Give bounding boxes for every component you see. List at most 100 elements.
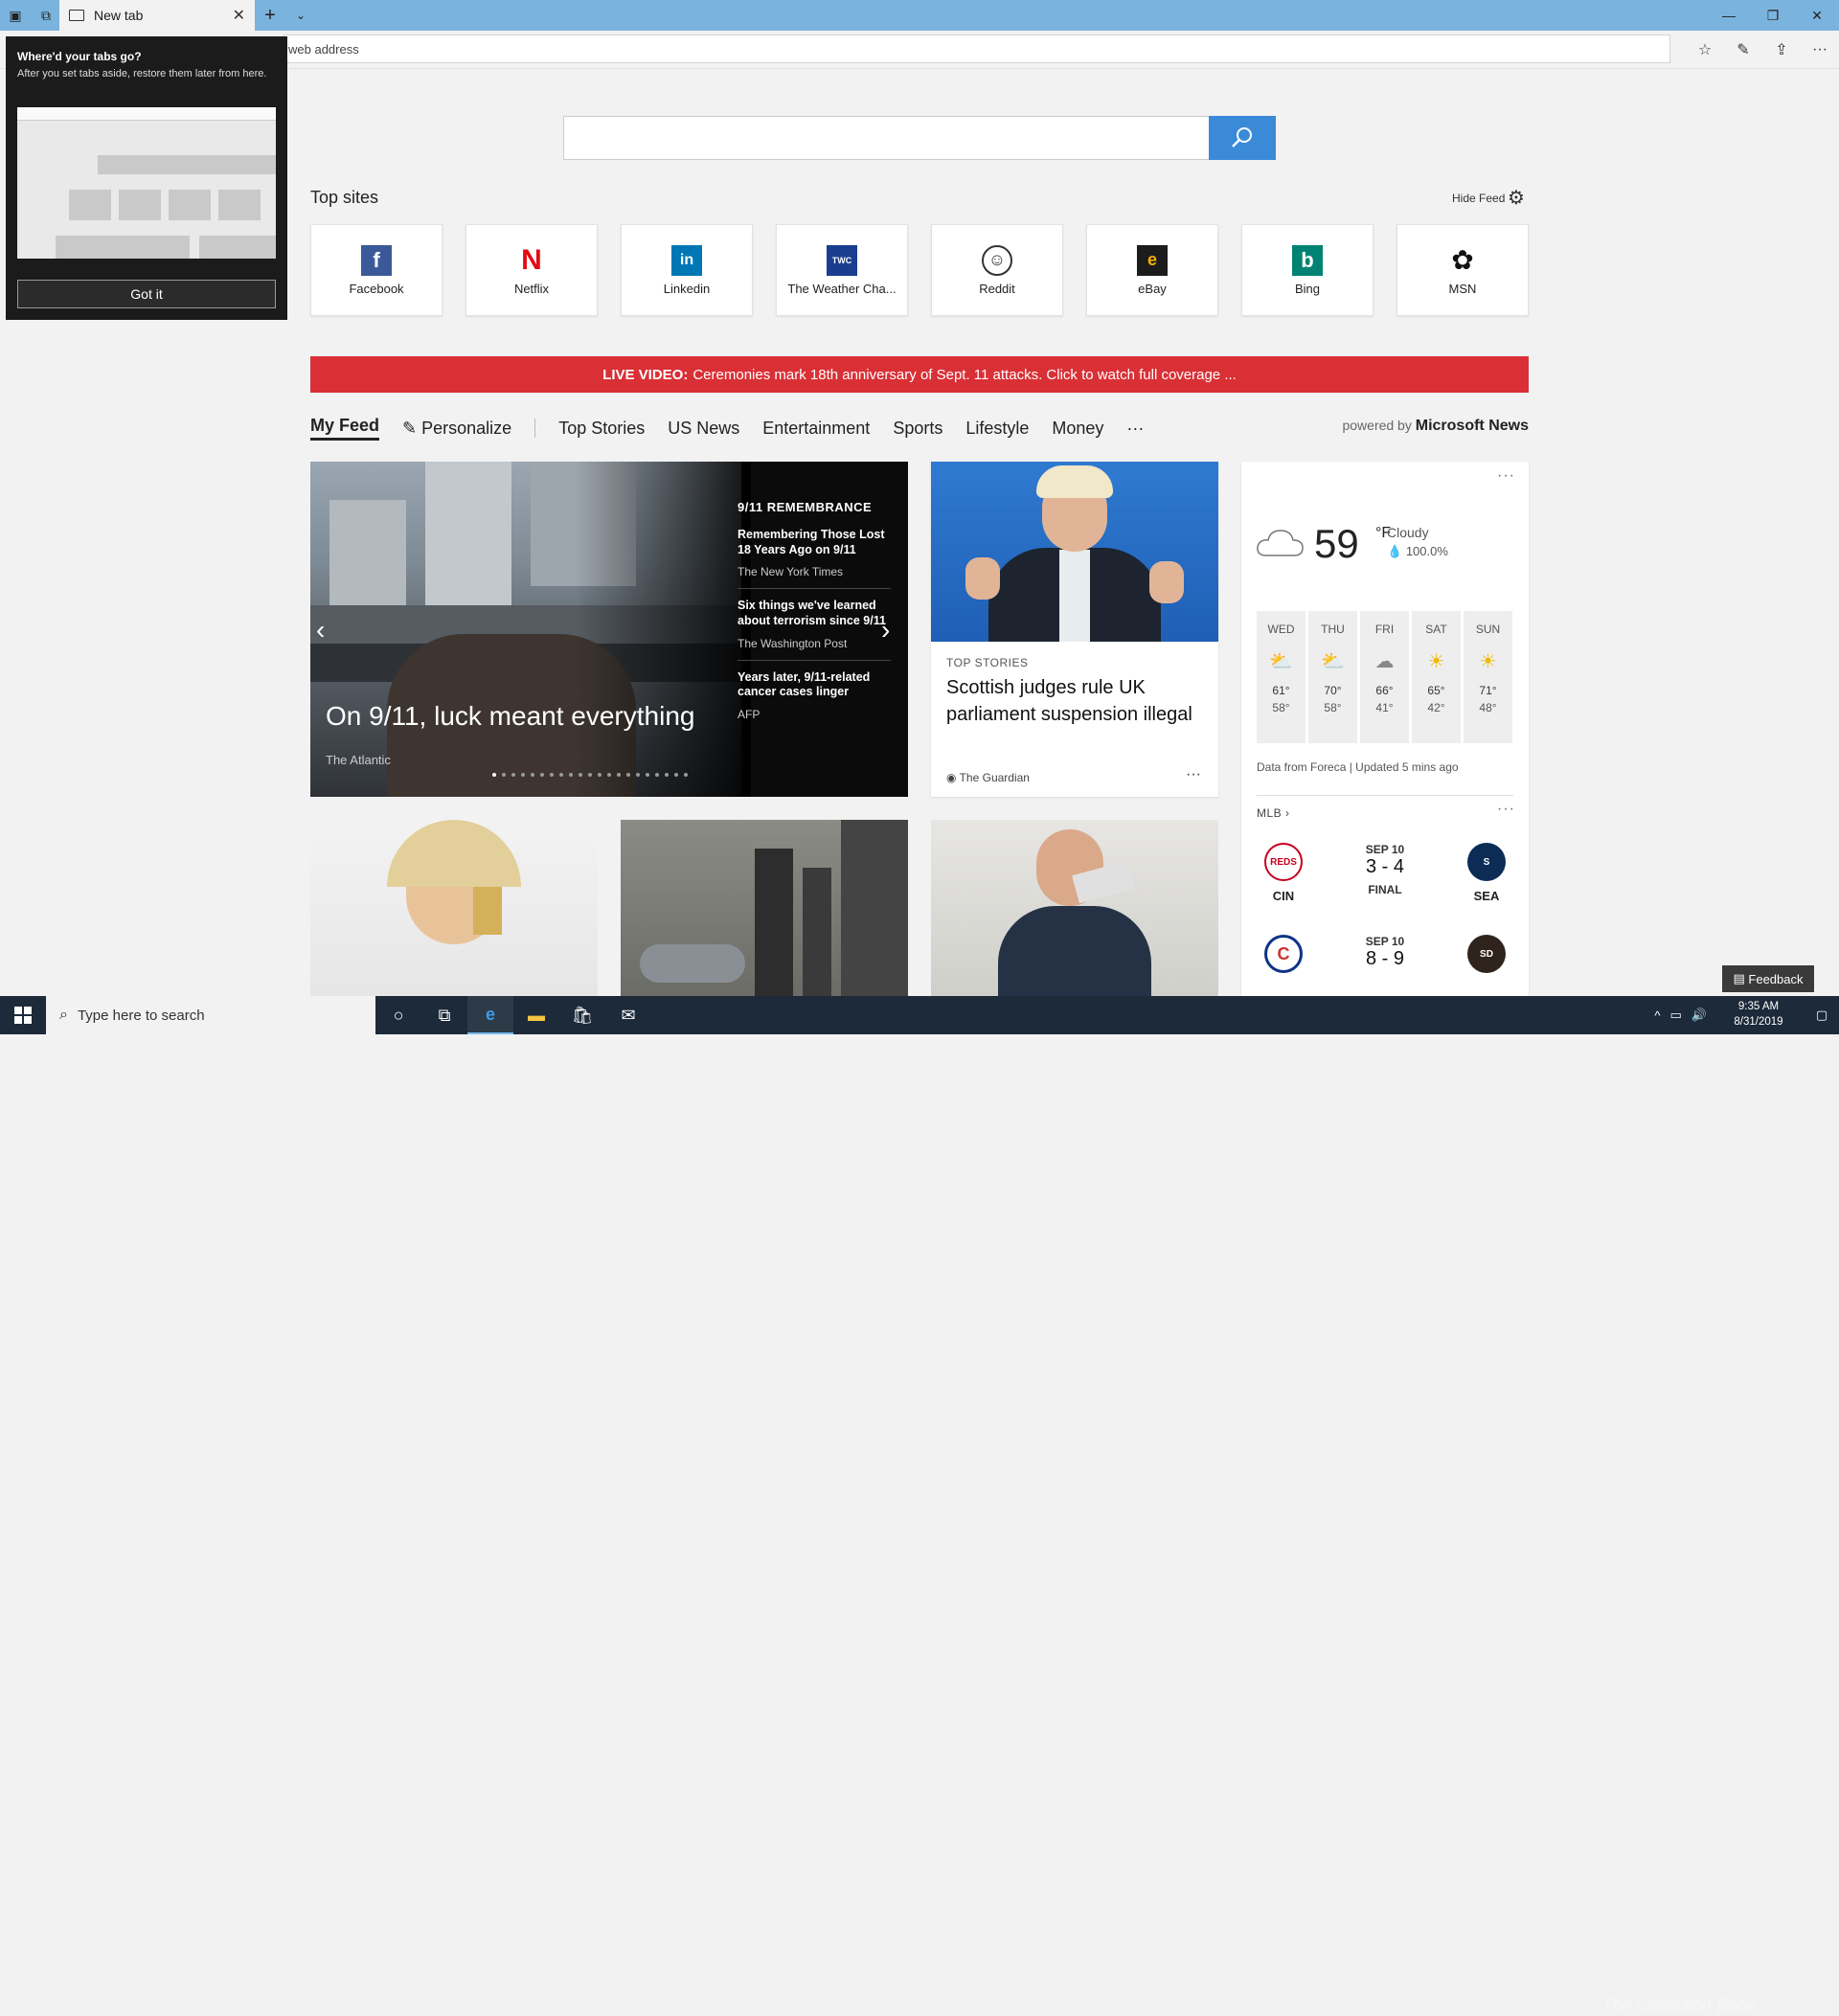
gear-icon[interactable]: ⚙ — [1508, 186, 1525, 210]
top-site-tile[interactable]: e eBay — [1086, 224, 1218, 316]
ebay-icon: e — [1137, 244, 1168, 276]
address-bar[interactable]: web address — [284, 34, 1670, 63]
tab-entertainment[interactable]: Entertainment — [762, 419, 870, 439]
cloud-icon: ☁ — [1374, 650, 1395, 672]
feedback-button[interactable]: ▤ Feedback — [1722, 965, 1814, 992]
mail-icon[interactable]: ✉ — [605, 996, 651, 1034]
close-tab-icon[interactable]: ✕ — [233, 6, 245, 25]
story-card[interactable]: TOP STORIES Scottish judges rule UK parl… — [931, 462, 1218, 797]
hide-feed-link[interactable]: Hide Feed — [1452, 192, 1505, 205]
game-score[interactable]: REDS CIN SEP 10 3 - 4 FINAL S SEA — [1257, 843, 1513, 910]
live-video-banner[interactable]: LIVE VIDEO: Ceremonies mark 18th anniver… — [310, 356, 1529, 393]
side-story[interactable]: Six things we've learned about terrorism… — [738, 599, 891, 661]
top-sites-title: Top sites — [310, 188, 379, 207]
game-score[interactable]: C SEP 10 8 - 9 SD — [1257, 935, 1513, 996]
more-categories-button[interactable]: ··· — [1126, 419, 1144, 439]
store-icon[interactable]: 🛍 — [559, 996, 605, 1034]
top-site-tile[interactable]: in Linkedin — [621, 224, 753, 316]
cortana-icon[interactable]: ○ — [375, 996, 421, 1034]
hero-title[interactable]: On 9/11, luck meant everything — [326, 701, 694, 732]
search-input[interactable] — [563, 116, 1276, 160]
carousel-next-icon[interactable]: › — [881, 615, 890, 646]
clock[interactable]: 9:35 AM 8/31/2019 — [1713, 1000, 1805, 1030]
forecast-day[interactable]: SAT ☀ 65° 42° — [1412, 611, 1461, 743]
minimize-button[interactable]: — — [1707, 0, 1751, 31]
top-site-tile[interactable]: ✿ MSN — [1396, 224, 1529, 316]
mariners-logo-icon: S — [1467, 843, 1506, 881]
story-thumbnail[interactable] — [621, 820, 908, 996]
close-window-button[interactable]: ✕ — [1795, 0, 1839, 31]
forecast-day[interactable]: FRI ☁ 66° 41° — [1360, 611, 1409, 743]
weather-more-icon[interactable]: ··· — [1497, 467, 1515, 485]
set-tabs-aside-icon[interactable]: ⧉ — [31, 0, 61, 31]
side-story[interactable]: Years later, 9/11-related cancer cases l… — [738, 670, 891, 731]
mlb-header-link[interactable]: MLB › — [1257, 806, 1290, 820]
network-icon[interactable]: ▭ — [1670, 1008, 1682, 1023]
mlb-more-icon[interactable]: ··· — [1497, 801, 1515, 818]
side-story-source: The New York Times — [738, 565, 844, 579]
story-thumbnail[interactable] — [310, 820, 598, 996]
msn-icon: ✿ — [1447, 244, 1478, 276]
tab-new-tab[interactable]: New tab ✕ — [59, 0, 255, 31]
linkedin-icon: in — [671, 244, 702, 276]
task-view-icon[interactable]: ⧉ — [421, 996, 467, 1034]
tab-us-news[interactable]: US News — [668, 419, 739, 439]
volume-icon[interactable]: 🔊 — [1691, 1008, 1707, 1023]
more-icon[interactable]: ··· — [1801, 31, 1839, 69]
cubs-logo-icon: C — [1264, 935, 1303, 973]
tab-lifestyle[interactable]: Lifestyle — [965, 419, 1029, 439]
toolbar-icons: ☆ ✎ ⇪ ··· — [1686, 31, 1839, 69]
tab-actions: ▣ ⧉ — [0, 0, 67, 31]
forecast-day-label: SAT — [1425, 623, 1447, 636]
restore-button[interactable]: ❐ — [1751, 0, 1795, 31]
tabs-aside-icon[interactable]: ▣ — [0, 0, 31, 31]
forecast-high: 66° — [1375, 684, 1394, 697]
forecast-day-label: THU — [1321, 623, 1345, 636]
side-story[interactable]: Remembering Those Lost 18 Years Ago on 9… — [738, 528, 891, 590]
tray-chevron-icon[interactable]: ^ — [1654, 1008, 1660, 1023]
hero-source: The Atlantic — [326, 753, 391, 767]
more-options-icon[interactable]: ··· — [1186, 766, 1201, 783]
new-tab-button[interactable]: + — [259, 0, 282, 31]
top-site-label: Bing — [1294, 281, 1321, 296]
top-site-tile[interactable]: b Bing — [1241, 224, 1374, 316]
side-story-source: AFP — [738, 707, 761, 721]
taskbar-search-input[interactable]: ⌕ Type here to search — [46, 996, 375, 1034]
forecast-day-label: WED — [1267, 623, 1295, 636]
story-title[interactable]: Scottish judges rule UK parliament suspe… — [946, 674, 1207, 728]
notifications-icon[interactable]: ▢ — [1805, 1008, 1839, 1023]
top-sites-list: f Facebook N Netflix in Linkedin TWC The Wea… — [310, 224, 1529, 316]
forecast-day[interactable]: WED ⛅ 61° 58° — [1257, 611, 1305, 743]
pen-icon[interactable]: ✎ — [1724, 31, 1762, 69]
divider — [1257, 795, 1513, 796]
tab-personalize-label: Personalize — [421, 418, 512, 438]
top-site-tile[interactable]: N Netflix — [465, 224, 598, 316]
forecast-day[interactable]: THU ⛅ 70° 58° — [1308, 611, 1357, 743]
forecast-day-label: SUN — [1475, 623, 1501, 636]
carousel-dots[interactable] — [492, 773, 688, 777]
search-button[interactable] — [1209, 116, 1276, 160]
start-button[interactable] — [0, 996, 46, 1034]
tab-my-feed[interactable]: My Feed — [310, 416, 380, 441]
top-site-tile[interactable]: ☺ Reddit — [931, 224, 1063, 316]
tab-personalize[interactable]: ✎ Personalize — [402, 419, 511, 439]
top-site-tile[interactable]: TWC The Weather Cha... — [776, 224, 908, 316]
forecast-high: 61° — [1272, 684, 1290, 697]
taskbar-search-placeholder: Type here to search — [77, 1007, 205, 1024]
tab-money[interactable]: Money — [1052, 419, 1103, 439]
favorites-icon[interactable]: ☆ — [1686, 31, 1724, 69]
carousel-prev-icon[interactable]: ‹ — [316, 615, 325, 646]
hero-carousel[interactable]: On 9/11, luck meant everything The Atlan… — [310, 462, 908, 797]
weather-channel-icon: TWC — [827, 244, 857, 276]
edge-icon[interactable]: e — [467, 996, 513, 1034]
top-site-tile[interactable]: f Facebook — [310, 224, 443, 316]
story-thumbnail[interactable] — [931, 820, 1218, 996]
tab-sports[interactable]: Sports — [893, 419, 942, 439]
share-icon[interactable]: ⇪ — [1762, 31, 1801, 69]
forecast-day[interactable]: SUN ☀ 71° 48° — [1464, 611, 1512, 743]
tab-list-chevron-icon[interactable]: ⌄ — [289, 0, 312, 31]
tab-top-stories[interactable]: Top Stories — [558, 419, 645, 439]
file-explorer-icon[interactable]: ▬ — [513, 996, 559, 1034]
hero-side-list: 9/11 REMEMBRANCE Remembering Those Lost … — [738, 500, 891, 740]
got-it-button[interactable]: Got it — [17, 280, 276, 308]
